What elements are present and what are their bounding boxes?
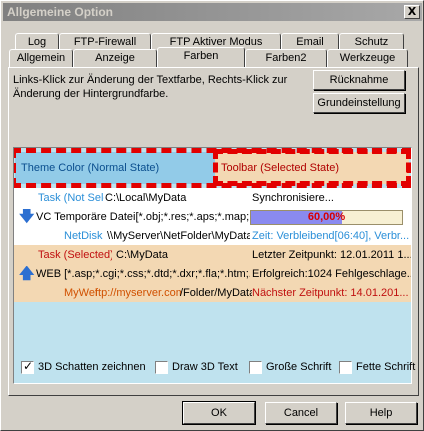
table-row[interactable]: 🡇 VC Temporäre Datei[*.obj;*.res;*.aps;*…	[14, 209, 411, 226]
web-label: MyWeb	[64, 287, 96, 299]
web-url: ftp://myserver.com	[95, 287, 181, 299]
checkbox-bold-font[interactable]	[339, 361, 352, 374]
web-filter-text: WEB [*.asp;*.cgi;*.css;*.dtd;*.dxr;*.fla…	[36, 268, 250, 280]
instruction-text: Links-Klick zur Änderung der Textfarbe, …	[13, 74, 288, 100]
checkbox-large-font[interactable]	[249, 361, 262, 374]
option-large-font[interactable]: Große Schrift	[249, 361, 331, 375]
last-time: Letzter Zeitpunkt: 12.01.2011 1...	[252, 249, 411, 261]
netdisk-label: NetDisk	[64, 230, 103, 242]
table-row[interactable]: Task (Not Selected) C:\Local\MyData Sync…	[14, 190, 411, 207]
upload-arrow-icon: 🡅	[19, 266, 35, 282]
help-button[interactable]: Help	[345, 402, 417, 424]
normal-task-group[interactable]: Task (Not Selected) C:\Local\MyData Sync…	[14, 188, 411, 245]
task-selected-label: Task (Selected)	[38, 249, 112, 261]
option-3d-shadow[interactable]: 3D Schatten zeichnen	[21, 360, 146, 375]
tab-werkzeuge[interactable]: Werkzeuge	[327, 49, 408, 67]
tab-farben2[interactable]: Farben2	[245, 49, 327, 67]
close-button[interactable]: X	[404, 5, 420, 19]
table-row[interactable]: Task (Selected) C:\MyData Letzter Zeitpu…	[14, 247, 411, 264]
color-preview-area[interactable]: Theme Color (Normal State) Toolbar (Sele…	[13, 147, 412, 384]
option-large-font-label: Große Schrift	[266, 361, 332, 373]
checkbox-draw-3d-text[interactable]	[155, 361, 168, 374]
option-draw-3d-text-label: Draw 3D Text	[172, 361, 238, 373]
title-bar: Allgemeine Option X	[3, 3, 422, 21]
sync-status: Synchronisiere...	[252, 192, 334, 204]
undo-button[interactable]: Rücknahme	[313, 70, 405, 90]
web-path: /Folder/MyData/	[180, 287, 252, 299]
filter-text: VC Temporäre Datei[*.obj;*.res;*.aps;*.m…	[36, 211, 250, 223]
option-3d-shadow-label: 3D Schatten zeichnen	[38, 361, 146, 373]
table-row[interactable]: 🡅 WEB [*.asp;*.cgi;*.css;*.dtd;*.dxr;*.f…	[14, 266, 411, 283]
default-settings-button[interactable]: Grundeinstellung	[313, 93, 405, 113]
window-title: Allgemeine Option	[7, 5, 114, 19]
netdisk-path: \\MyServer\NetFolder\MyData\	[107, 230, 250, 242]
task-selected-path: C:\MyData	[116, 249, 168, 261]
task-label: Task (Not Selected)	[38, 192, 104, 204]
task-path: C:\Local\MyData	[105, 192, 187, 204]
time-remaining: Zeit: Verbleibend[06:40], Verbr...	[252, 230, 410, 242]
tab-farben[interactable]: Farben	[157, 47, 245, 67]
theme-color-normal-state[interactable]: Theme Color (Normal State)	[15, 152, 215, 184]
transfer-result: Erfolgreich:1024 Fehlgeschlage...	[252, 268, 411, 280]
toolbar-selected-state[interactable]: Toolbar (Selected State)	[215, 152, 409, 184]
option-bold-font-label: Fette Schrift	[356, 361, 416, 373]
ok-button[interactable]: OK	[182, 401, 256, 425]
progress-bar: 60,00%	[250, 210, 403, 225]
progress-text: 60,00%	[307, 211, 346, 223]
tab-allgemein[interactable]: Allgemein	[9, 49, 73, 67]
selected-task-group[interactable]: Task (Selected) C:\MyData Letzter Zeitpu…	[14, 245, 411, 302]
next-time: Nächster Zeitpunkt: 14.01.201...	[252, 287, 409, 299]
checkbox-3d-shadow[interactable]	[21, 360, 34, 374]
cancel-button[interactable]: Cancel	[265, 402, 337, 424]
download-arrow-icon: 🡇	[19, 209, 35, 225]
options-dialog: Allgemeine Option X Log FTP-Firewall FTP…	[0, 0, 424, 431]
option-draw-3d-text[interactable]: Draw 3D Text	[155, 361, 238, 375]
table-row[interactable]: MyWeb ftp://myserver.com /Folder/MyData/…	[14, 285, 411, 302]
table-row[interactable]: NetDisk \\MyServer\NetFolder\MyData\ Zei…	[14, 228, 411, 245]
tab-anzeige[interactable]: Anzeige	[73, 49, 157, 67]
option-bold-font[interactable]: Fette Schrift	[339, 361, 415, 375]
